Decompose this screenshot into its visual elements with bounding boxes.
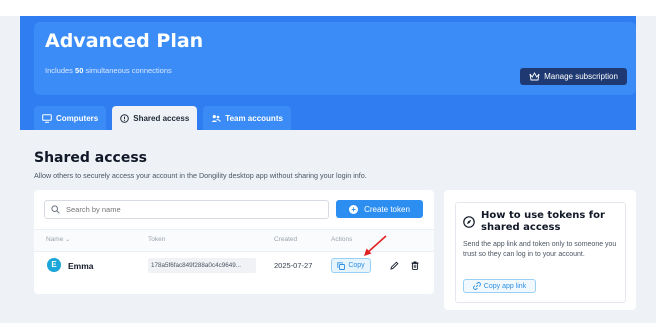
- create-token-label: Create token: [364, 204, 410, 214]
- manage-subscription-label: Manage subscription: [544, 72, 618, 81]
- copy-icon: [337, 261, 346, 270]
- column-actions-header: Actions: [331, 236, 353, 243]
- column-name-label: Name: [46, 236, 64, 243]
- plan-title: Advanced Plan: [45, 30, 204, 52]
- people-icon: [211, 114, 222, 122]
- tab-computers[interactable]: Computers: [34, 106, 107, 130]
- copy-token-button[interactable]: Copy: [331, 258, 371, 273]
- plan-connections-count: 50: [75, 66, 84, 75]
- crown-icon: [529, 72, 540, 81]
- column-created-header: Created: [274, 236, 298, 243]
- copy-app-link-button[interactable]: Copy app link: [463, 279, 536, 293]
- delete-button[interactable]: [407, 257, 422, 273]
- column-token-header: Token: [148, 236, 166, 243]
- info-circle-icon: [120, 113, 130, 123]
- page-top-strip: [0, 0, 656, 16]
- column-name-header[interactable]: Name ⌄: [46, 236, 70, 243]
- help-text: Send the app link and token only to some…: [463, 241, 617, 258]
- row-name: Emma: [68, 261, 94, 271]
- tab-shared-access-label: Shared access: [133, 113, 190, 123]
- search-input[interactable]: [64, 204, 308, 215]
- tab-team-accounts-label: Team accounts: [225, 113, 283, 123]
- copy-app-link-label: Copy app link: [483, 282, 527, 290]
- section-title: Shared access: [34, 150, 147, 166]
- annotation-arrow: [364, 235, 387, 256]
- compass-icon: [463, 216, 475, 228]
- plan-subtitle-suffix: simultaneous connections: [85, 66, 172, 75]
- search-icon: [51, 205, 60, 214]
- copy-token-label: Copy: [348, 262, 365, 269]
- trash-icon: [411, 261, 418, 270]
- section-description: Allow others to securely access your acc…: [34, 171, 367, 180]
- tab-shared-access[interactable]: Shared access: [112, 106, 198, 130]
- create-token-button[interactable]: + Create token: [336, 200, 423, 218]
- row-created: 2025-07-27: [274, 261, 313, 270]
- monitor-icon: [42, 113, 52, 123]
- search-box[interactable]: [44, 200, 329, 219]
- chevron-down-icon: ⌄: [65, 237, 71, 243]
- manage-subscription-button[interactable]: Manage subscription: [520, 68, 627, 85]
- plus-icon: +: [349, 204, 359, 214]
- row-token: 178a5f6fac849f288a0c4c9649...: [148, 258, 256, 273]
- plan-subtitle-prefix: Includes: [45, 66, 73, 75]
- tab-computers-label: Computers: [56, 113, 99, 123]
- plan-subtitle: Includes 50 simultaneous connections: [45, 66, 172, 75]
- tab-bar: Computers Shared access Team accounts: [34, 106, 291, 130]
- pencil-icon: [390, 261, 399, 270]
- edit-button[interactable]: [387, 257, 402, 273]
- avatar: E: [47, 258, 61, 272]
- help-title: How to use tokens for shared access: [481, 210, 605, 233]
- link-icon: [472, 282, 481, 290]
- tab-team-accounts[interactable]: Team accounts: [203, 106, 291, 130]
